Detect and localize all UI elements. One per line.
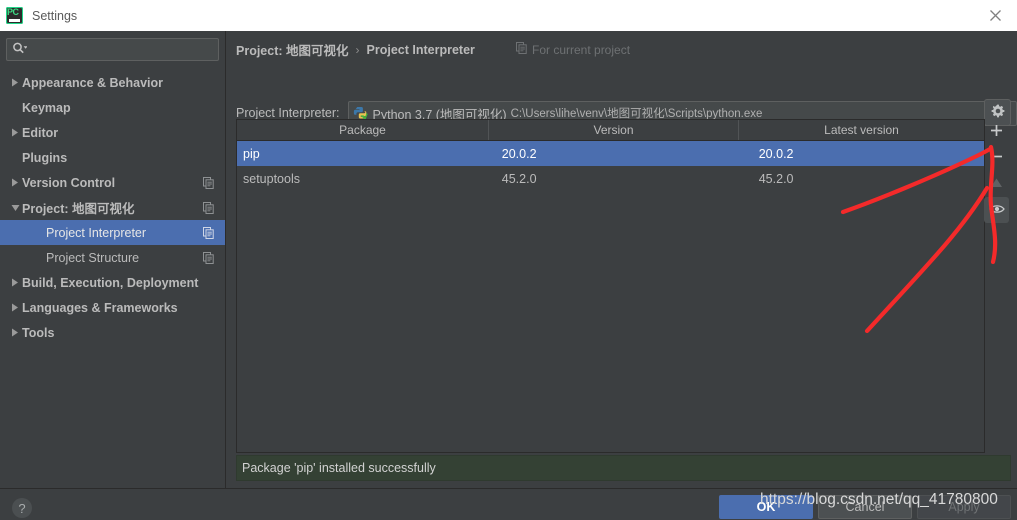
- pycharm-logo-icon: PC: [6, 7, 23, 24]
- column-header-package[interactable]: Package: [237, 120, 488, 140]
- sidebar-item-label: Plugins: [22, 150, 68, 165]
- sidebar-item-label: Appearance & Behavior: [22, 75, 164, 90]
- scope-note: For current project: [516, 42, 630, 57]
- search-box[interactable]: [6, 38, 219, 61]
- table-row[interactable]: pip 20.0.2 20.0.2: [237, 141, 984, 166]
- table-body: pip 20.0.2 20.0.2 setuptools 45.2.0 45.2…: [237, 141, 984, 191]
- project-scope-icon: [203, 251, 214, 264]
- sidebar-item-build-execution-deployment[interactable]: Build, Execution, Deployment: [0, 270, 225, 295]
- search-input[interactable]: [31, 42, 201, 57]
- sidebar-item-editor[interactable]: Editor: [0, 120, 225, 145]
- sidebar-item-label: Tools: [22, 325, 55, 340]
- sidebar-item-label: Keymap: [22, 100, 71, 115]
- chevron-down-icon[interactable]: [8, 204, 22, 212]
- cell-latest-version: 20.0.2: [758, 146, 794, 161]
- title-bar: PC Settings: [0, 0, 1017, 32]
- breadcrumb: Project: 地图可视化 › Project Interpreter: [236, 40, 475, 59]
- chevron-right-icon[interactable]: [8, 78, 22, 87]
- sidebar-item-plugins[interactable]: Plugins: [0, 145, 225, 170]
- sidebar-item-label: Version Control: [22, 175, 116, 190]
- cell-version: 45.2.0: [501, 171, 537, 186]
- sidebar-item-label: Project Structure: [46, 250, 140, 265]
- cell-latest-version: 45.2.0: [758, 171, 794, 186]
- cell-package: setuptools: [243, 171, 300, 186]
- sidebar-item-tools[interactable]: Tools: [0, 320, 225, 345]
- project-scope-icon: [203, 176, 214, 189]
- cancel-button[interactable]: Cancel: [818, 495, 912, 519]
- chevron-right-icon[interactable]: [8, 303, 22, 312]
- upgrade-arrow-icon: [990, 177, 1003, 192]
- chevron-right-icon[interactable]: [8, 128, 22, 137]
- search-icon: [12, 42, 28, 58]
- dialog-footer: ? OK Cancel Apply: [0, 488, 1017, 520]
- minus-icon: [990, 150, 1003, 166]
- packages-table: Package Version Latest version pip 20.0.…: [236, 119, 985, 453]
- settings-tree: Appearance & Behavior Keymap Editor Plug…: [0, 70, 225, 345]
- breadcrumb-page: Project Interpreter: [366, 42, 475, 57]
- sidebar-item-label: Editor: [22, 125, 59, 140]
- cell-package: pip: [243, 146, 260, 161]
- status-message: Package 'pip' installed successfully: [242, 461, 436, 475]
- chevron-right-icon[interactable]: [8, 178, 22, 187]
- sidebar-item-label: Build, Execution, Deployment: [22, 275, 199, 290]
- packages-toolbar: [984, 119, 1009, 451]
- column-header-latest-version[interactable]: Latest version: [738, 120, 984, 140]
- show-early-releases-button[interactable]: [984, 197, 1009, 223]
- project-scope-icon: [516, 42, 527, 57]
- sidebar-item-version-control[interactable]: Version Control: [0, 170, 225, 195]
- scope-note-label: For current project: [532, 42, 631, 57]
- interpreter-label: Project Interpreter:: [236, 106, 340, 120]
- project-scope-icon: [203, 201, 214, 214]
- sidebar-item-project-interpreter[interactable]: Project Interpreter: [0, 220, 225, 245]
- apply-button[interactable]: Apply: [917, 495, 1011, 519]
- sidebar-item-label: Project Interpreter: [46, 225, 147, 240]
- window-title: Settings: [32, 8, 78, 23]
- sidebar-item-label: Project: 地图可视化: [22, 202, 135, 216]
- status-bar: Package 'pip' installed successfully: [236, 455, 1011, 481]
- upgrade-package-button[interactable]: [984, 171, 1009, 197]
- chevron-right-icon[interactable]: [8, 278, 22, 287]
- table-row[interactable]: setuptools 45.2.0 45.2.0: [237, 166, 984, 191]
- breadcrumb-separator: ›: [355, 42, 360, 57]
- plus-icon: [990, 124, 1003, 140]
- add-package-button[interactable]: [984, 119, 1009, 145]
- settings-sidebar: Appearance & Behavior Keymap Editor Plug…: [0, 31, 226, 488]
- table-header-row: Package Version Latest version: [237, 120, 984, 141]
- sidebar-item-keymap[interactable]: Keymap: [0, 95, 225, 120]
- sidebar-item-appearance-and-behavior[interactable]: Appearance & Behavior: [0, 70, 225, 95]
- column-header-version[interactable]: Version: [488, 120, 738, 140]
- sidebar-item-languages-and-frameworks[interactable]: Languages & Frameworks: [0, 295, 225, 320]
- chevron-right-icon[interactable]: [8, 328, 22, 337]
- sidebar-item-label: Languages & Frameworks: [22, 300, 178, 315]
- settings-dialog: PC Settings Appearance & Behavior Keymap…: [0, 0, 1017, 520]
- eye-icon: [988, 203, 1005, 218]
- help-icon[interactable]: ?: [12, 498, 32, 518]
- search-area: [0, 31, 225, 61]
- breadcrumb-project[interactable]: Project: 地图可视化: [236, 40, 349, 59]
- sidebar-item-project[interactable]: Project: 地图可视化: [0, 195, 225, 220]
- interpreter-panel: Project: 地图可视化 › Project Interpreter For…: [226, 31, 1017, 488]
- close-icon[interactable]: [973, 0, 1017, 31]
- dialog-buttons: OK Cancel Apply: [714, 495, 1011, 519]
- sidebar-item-project-structure[interactable]: Project Structure: [0, 245, 225, 270]
- cell-version: 20.0.2: [501, 146, 537, 161]
- project-scope-icon: [203, 226, 214, 239]
- remove-package-button[interactable]: [984, 145, 1009, 171]
- ok-button[interactable]: OK: [719, 495, 813, 519]
